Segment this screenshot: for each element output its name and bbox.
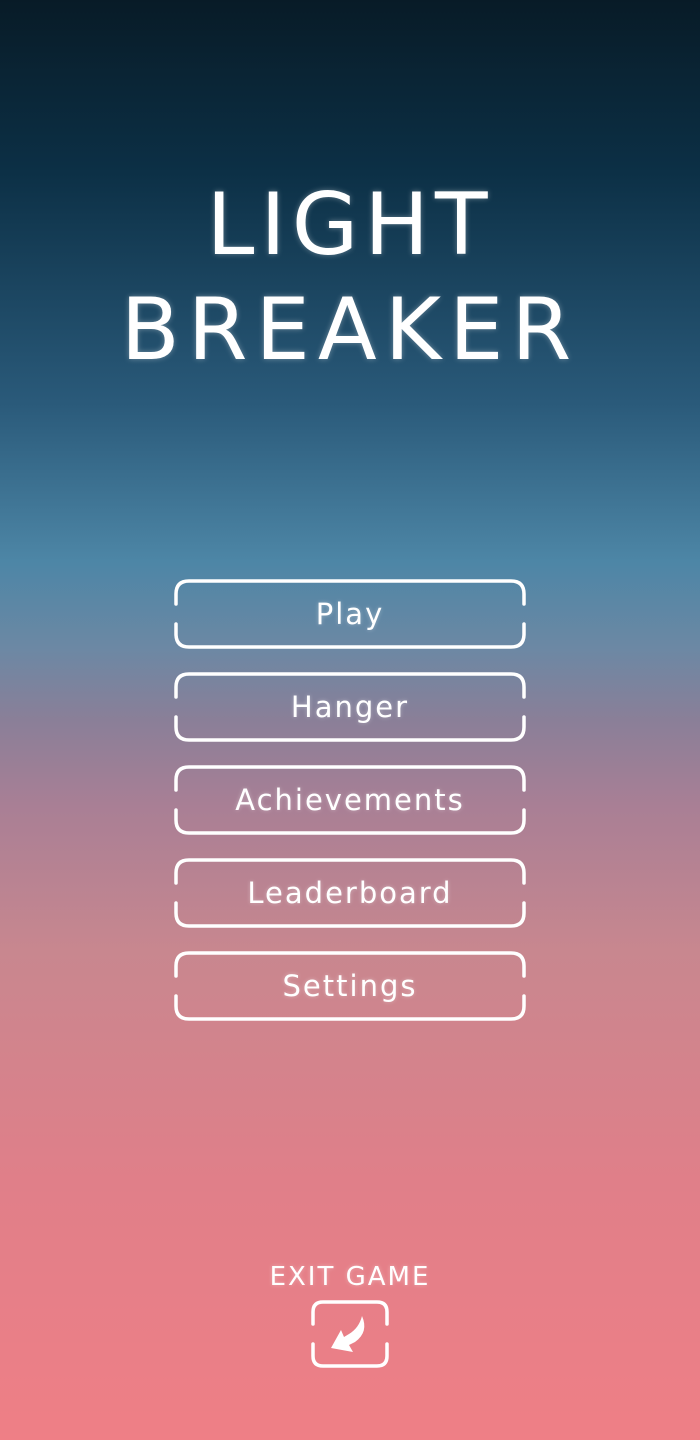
main-menu: Play Hanger Achievements Leaderboard Set… (168, 578, 532, 1043)
achievements-button[interactable]: Achievements (168, 764, 532, 836)
achievements-button-label: Achievements (235, 783, 465, 817)
leaderboard-button-label: Leaderboard (247, 876, 453, 910)
leaderboard-button[interactable]: Leaderboard (168, 857, 532, 929)
back-arrow-icon (311, 1300, 389, 1368)
settings-button-label: Settings (282, 969, 418, 1003)
exit-game-label: EXIT GAME (269, 1262, 431, 1292)
play-button[interactable]: Play (168, 578, 532, 650)
title-line-1: LIGHT (206, 175, 494, 275)
exit-game-button[interactable]: EXIT GAME (250, 1262, 450, 1370)
hanger-button[interactable]: Hanger (168, 671, 532, 743)
play-button-label: Play (315, 597, 385, 631)
title-line-2: BREAKER (120, 280, 580, 380)
hanger-button-label: Hanger (290, 690, 410, 724)
settings-button[interactable]: Settings (168, 950, 532, 1022)
